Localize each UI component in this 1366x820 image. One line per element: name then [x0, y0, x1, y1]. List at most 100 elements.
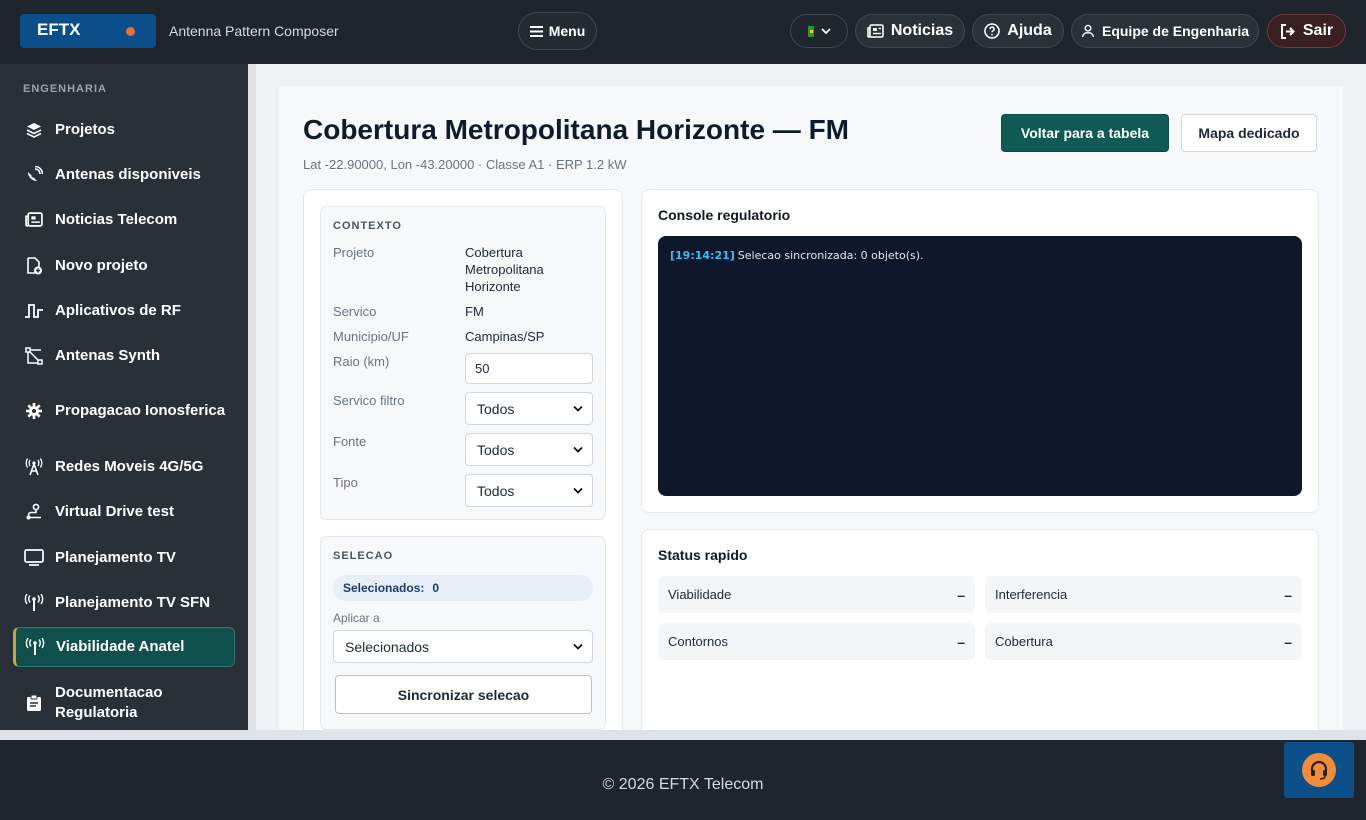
sidebar-item-label: Novo projeto — [55, 256, 148, 274]
quick-status-title: Status rapido — [658, 547, 748, 563]
status-label: Cobertura — [995, 634, 1053, 649]
console-title: Console regulatorio — [658, 207, 791, 223]
sidebar-item-label: Antenas Synth — [55, 346, 161, 364]
radius-label: Raio (km) — [333, 354, 390, 369]
logout-label: Sair — [1302, 22, 1334, 39]
sidebar-item-label: Documentacao Regulatoria — [55, 684, 163, 721]
sidebar-item-redes-moveis[interactable]: Redes Moveis 4G/5G — [13, 454, 235, 479]
sidebar-item-aplicativos-rf[interactable]: Aplicativos de RF — [13, 298, 235, 323]
app-title: Antenna Pattern Composer — [169, 23, 339, 39]
status-label: Contornos — [668, 634, 728, 649]
source-value: Todos — [477, 441, 515, 458]
type-select[interactable]: Todos — [465, 474, 593, 507]
team-button[interactable]: Equipe de Engenharia — [1071, 14, 1259, 48]
hamburger-icon — [529, 25, 543, 37]
source-select[interactable]: Todos — [465, 433, 593, 466]
language-selector[interactable] — [790, 14, 848, 48]
sidebar-item-label: Viabilidade Anatel — [56, 638, 185, 655]
sidebar-scrollbar[interactable] — [248, 64, 256, 730]
project-label: Projeto — [333, 245, 375, 260]
city-label: Municipio/UF — [333, 329, 409, 344]
gear-icon — [24, 401, 44, 421]
sidebar-item-planejamento-tv-sfn[interactable]: Planejamento TV SFN — [13, 590, 235, 615]
logout-button[interactable]: Sair — [1267, 14, 1346, 48]
sidebar-item-label: Projetos — [55, 120, 116, 138]
type-value: Todos — [477, 482, 515, 499]
signal-wave-icon — [24, 301, 44, 321]
sidebar-item-projetos[interactable]: Projetos — [13, 117, 235, 142]
service-label: Servico — [333, 304, 377, 319]
page-subtitle: Lat -22.90000, Lon -43.20000 · Classe A1… — [303, 157, 627, 172]
status-viabilidade: Viabilidade – — [658, 576, 975, 613]
news-label: Noticias — [890, 22, 954, 39]
sidebar-item-label: Virtual Drive test — [55, 502, 174, 520]
sidebar-section-title: ENGENHARIA — [23, 83, 107, 95]
sidebar: ENGENHARIA Projetos Antenas disponiveis … — [0, 64, 248, 730]
support-chat-button[interactable] — [1284, 742, 1354, 798]
chevron-down-icon — [573, 487, 583, 494]
sidebar-item-antenas-synth[interactable]: Antenas Synth — [13, 343, 235, 368]
logo-dot-icon — [126, 27, 135, 36]
back-to-table-button[interactable]: Voltar para a tabela — [1001, 114, 1169, 152]
status-value: – — [1284, 633, 1292, 650]
sidebar-item-documentacao-regulatoria[interactable]: Documentacao Regulatoria — [13, 683, 235, 723]
menu-button[interactable]: Menu — [518, 12, 597, 50]
satellite-dish-icon — [24, 165, 44, 185]
sidebar-item-viabilidade-anatel[interactable]: Viabilidade Anatel — [13, 627, 235, 667]
sidebar-item-label: Planejamento TV — [55, 548, 176, 566]
sidebar-item-noticias-telecom[interactable]: Noticias Telecom — [13, 207, 235, 232]
status-value: – — [1284, 586, 1292, 603]
status-value: – — [957, 586, 965, 603]
chevron-down-icon — [820, 27, 831, 34]
eftx-logo[interactable]: EFTX — [20, 14, 156, 48]
sidebar-item-label: Antenas disponiveis — [55, 165, 201, 183]
status-contornos: Contornos – — [658, 623, 975, 660]
logout-icon — [1280, 23, 1295, 39]
sidebar-item-label: Redes Moveis 4G/5G — [55, 457, 204, 475]
radius-input[interactable]: 50 — [465, 353, 593, 384]
broadcast-tower-icon — [25, 637, 45, 657]
page-title: Cobertura Metropolitana Horizonte — FM — [303, 114, 849, 145]
brazil-flag-icon — [807, 25, 814, 37]
top-navigation-bar: EFTX Antenna Pattern Composer Menu Notic… — [0, 0, 1366, 64]
sidebar-item-virtual-drive-test[interactable]: Virtual Drive test — [13, 499, 235, 524]
service-filter-select[interactable]: Todos — [465, 392, 593, 425]
status-value: – — [957, 633, 965, 650]
selected-count-badge: Selecionados: 0 — [333, 575, 593, 601]
status-interferencia: Interferencia – — [985, 576, 1302, 613]
context-heading: CONTEXTO — [333, 220, 402, 232]
sidebar-item-label: Propagacao Ionosferica — [55, 402, 226, 419]
sidebar-item-label: Noticias Telecom — [55, 210, 178, 228]
selection-heading: SELECAO — [333, 550, 394, 562]
city-value: Campinas/SP — [465, 329, 545, 344]
horizontal-scrollbar[interactable] — [0, 730, 1366, 740]
sidebar-item-propagacao-ionosferica[interactable]: Propagacao Ionosferica — [13, 391, 235, 431]
console-message: Selecao sincronizada: 0 objeto(s). — [737, 249, 924, 262]
copyright-text: © 2026 EFTX Telecom — [602, 776, 764, 793]
apply-to-select[interactable]: Selecionados — [333, 630, 593, 663]
console-timestamp: [19:14:21] — [670, 249, 735, 262]
sync-selection-button[interactable]: Sincronizar selecao — [335, 675, 592, 714]
selected-count: 0 — [432, 581, 440, 595]
console-line: [19:14:21] Selecao sincronizada: 0 objeto… — [670, 249, 1290, 262]
dedicated-map-button[interactable]: Mapa dedicado — [1181, 114, 1317, 152]
sidebar-item-novo-projeto[interactable]: Novo projeto — [13, 253, 235, 278]
service-filter-value: Todos — [477, 400, 515, 417]
apply-to-value: Selecionados — [345, 638, 430, 655]
cell-tower-icon — [24, 457, 44, 477]
sidebar-item-antenas-disponiveis[interactable]: Antenas disponiveis — [13, 162, 235, 187]
service-value: FM — [465, 304, 484, 319]
clipboard-icon — [24, 693, 44, 713]
service-filter-label: Servico filtro — [333, 393, 405, 408]
news-button[interactable]: Noticias — [855, 14, 965, 48]
newspaper-icon — [867, 24, 884, 38]
chevron-down-icon — [573, 643, 583, 650]
help-button[interactable]: Ajuda — [972, 14, 1064, 48]
status-cobertura: Cobertura – — [985, 623, 1302, 660]
console-log[interactable]: [19:14:21] Selecao sincronizada: 0 objeto… — [658, 236, 1302, 496]
selected-label: Selecionados: — [343, 581, 425, 595]
sidebar-item-planejamento-tv[interactable]: Planejamento TV — [13, 545, 235, 570]
apply-to-label: Aplicar a — [333, 611, 380, 625]
user-icon — [1081, 24, 1095, 38]
sidebar-item-label: Planejamento TV SFN — [55, 593, 211, 611]
